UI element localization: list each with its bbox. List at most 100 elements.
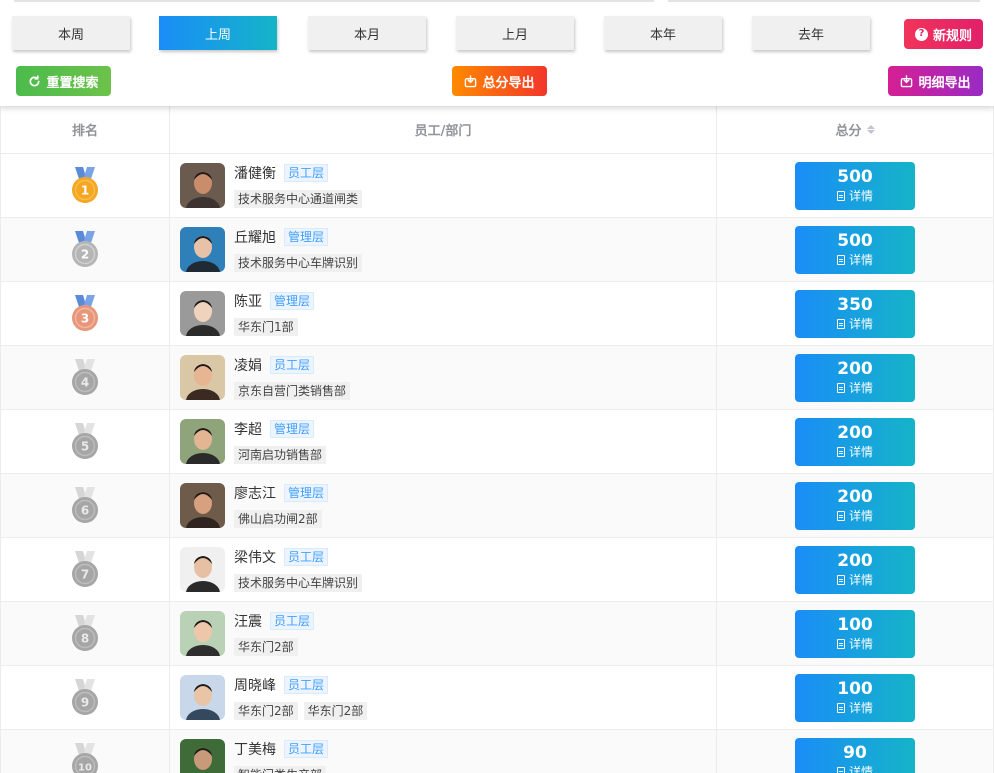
score-cell: 200 详情 <box>717 474 994 537</box>
rank-cell: 9 <box>1 666 170 729</box>
medal-icon: 3 <box>70 294 100 334</box>
reset-search-button[interactable]: 重置搜索 <box>16 66 111 96</box>
employee-name: 周晓峰 <box>234 678 276 694</box>
name-line: 凌娟 员工层 <box>234 355 350 375</box>
department-list: 华东门2部 华东门2部 <box>234 702 368 720</box>
department-list: 技术服务中心车牌识别 <box>234 574 363 592</box>
score-detail-button[interactable]: 100 详情 <box>795 609 915 658</box>
detail-link: 详情 <box>836 701 873 715</box>
question-icon: ? <box>914 27 928 41</box>
filter-header: 本周 上周 本月 上月 本年 去年 ? 新规则 重置搜索 总分导出 明细导出 <box>0 0 994 106</box>
department-list: 智能门类生产部 <box>234 766 328 773</box>
period-tab[interactable]: 上周 <box>159 16 277 50</box>
document-icon <box>836 511 845 521</box>
detail-link: 详情 <box>836 765 873 773</box>
leaderboard-page: 本周 上周 本月 上月 本年 去年 ? 新规则 重置搜索 总分导出 明细导出 排… <box>0 0 994 773</box>
avatar <box>180 611 225 656</box>
score-column-header[interactable]: 总分 <box>717 106 994 153</box>
department-tag: 京东自营门类销售部 <box>234 382 351 400</box>
department-tag: 技术服务中心通道闸类 <box>234 190 363 208</box>
name-line: 丘耀旭 管理层 <box>234 227 362 247</box>
detail-link: 详情 <box>836 253 873 267</box>
sort-icon[interactable] <box>866 125 875 134</box>
svg-text:3: 3 <box>81 311 89 325</box>
score-detail-button[interactable]: 200 详情 <box>795 417 915 466</box>
department-list: 技术服务中心车牌识别 <box>234 254 363 272</box>
detail-label: 详情 <box>848 509 873 523</box>
score-detail-button[interactable]: 100 详情 <box>795 673 915 722</box>
table-row: 7 梁伟文 员工层 技术服务中心车牌识别 200 详情 <box>1 538 994 602</box>
score-value: 200 <box>837 359 873 379</box>
svg-text:2: 2 <box>81 247 89 261</box>
rank-cell: 8 <box>1 602 170 665</box>
rank-column-header: 排名 <box>1 106 170 153</box>
score-cell: 500 详情 <box>717 154 994 217</box>
table-row: 4 凌娟 员工层京东自营门类销售部 200 详情 <box>1 346 994 410</box>
document-icon <box>836 191 845 201</box>
avatar <box>180 355 225 400</box>
export-total-button[interactable]: 总分导出 <box>452 66 547 96</box>
employee-info: 丁美梅员工层智能门类生产部 <box>234 739 329 773</box>
employee-name: 廖志江 <box>234 486 276 502</box>
period-tab[interactable]: 去年 <box>752 16 870 50</box>
period-tab[interactable]: 上月 <box>456 16 574 50</box>
score-detail-button[interactable]: 200 详情 <box>795 353 915 402</box>
avatar <box>180 675 225 720</box>
score-detail-button[interactable]: 200 详情 <box>795 545 915 594</box>
employee-cell: 梁伟文 员工层 技术服务中心车牌识别 <box>170 538 717 601</box>
export-detail-button[interactable]: 明细导出 <box>888 66 983 96</box>
role-tag: 员工层 <box>284 676 329 694</box>
table-row: 1 潘健衡 员工层 技术服务中心通道闸类 500 详情 <box>1 154 994 218</box>
rank-cell: 6 <box>1 474 170 537</box>
role-tag: 员工层 <box>270 612 315 630</box>
score-value: 500 <box>837 231 873 251</box>
top-strip-left <box>14 0 654 2</box>
score-detail-button[interactable]: 350 详情 <box>795 289 915 338</box>
role-tag: 管理层 <box>270 292 315 310</box>
score-detail-button[interactable]: 500 详情 <box>795 161 915 210</box>
role-tag: 管理层 <box>284 228 329 246</box>
department-tag: 河南启功销售部 <box>234 446 327 464</box>
new-rule-button[interactable]: ? 新规则 <box>904 19 983 49</box>
employee-name: 李超 <box>234 422 262 438</box>
employee-name: 丘耀旭 <box>234 230 276 246</box>
department-list: 技术服务中心通道闸类 <box>234 190 363 208</box>
name-line: 周晓峰 员工层 <box>234 675 367 695</box>
period-tab[interactable]: 本月 <box>308 16 426 50</box>
medal-icon: 8 <box>70 614 100 654</box>
employee-name: 凌娟 <box>234 358 262 374</box>
name-line: 潘健衡 员工层 <box>234 163 362 183</box>
table-header: 排名 员工/部门 总分 <box>1 106 994 154</box>
employee-info: 潘健衡 员工层 技术服务中心通道闸类 <box>234 163 363 208</box>
employee-cell: 廖志江 管理层 佛山启功闸2部 <box>170 474 717 537</box>
name-line: 廖志江 管理层 <box>234 483 329 503</box>
department-tag: 华东门1部 <box>234 318 298 336</box>
medal-icon: 4 <box>70 358 100 398</box>
table-row: 6 廖志江 管理层 佛山启功闸2部 200 详情 <box>1 474 994 538</box>
name-line: 梁伟文 员工层 <box>234 547 362 567</box>
period-tab[interactable]: 本周 <box>12 16 130 50</box>
document-icon <box>836 767 845 773</box>
period-tab[interactable]: 本年 <box>604 16 722 50</box>
employee-cell: 汪震 员工层华东门2部 <box>170 602 717 665</box>
ranking-table: 排名 员工/部门 总分 1 潘健衡 员工层 技术服务中心通道闸类 500 详情 2 丘耀旭 管理… <box>0 106 994 773</box>
score-detail-button[interactable]: 200 详情 <box>795 481 915 530</box>
export-icon <box>901 74 913 87</box>
svg-text:10: 10 <box>78 762 92 773</box>
employee-column-header: 员工/部门 <box>170 106 717 153</box>
score-detail-button[interactable]: 500 详情 <box>795 225 915 274</box>
department-tag: 技术服务中心车牌识别 <box>234 254 363 272</box>
table-row: 2 丘耀旭 管理层 技术服务中心车牌识别 500 详情 <box>1 218 994 282</box>
detail-link: 详情 <box>836 381 873 395</box>
table-row: 8 汪震 员工层华东门2部 100 详情 <box>1 602 994 666</box>
employee-cell: 丘耀旭 管理层 技术服务中心车牌识别 <box>170 218 717 281</box>
score-value: 100 <box>837 615 873 635</box>
export-detail-label: 明细导出 <box>918 75 971 91</box>
department-tag: 华东门2部 <box>234 638 298 656</box>
employee-info: 周晓峰 员工层 华东门2部 华东门2部 <box>234 675 368 720</box>
detail-label: 详情 <box>848 317 873 331</box>
employee-name: 梁伟文 <box>234 550 276 566</box>
score-detail-button[interactable]: 90 详情 <box>795 737 915 773</box>
employee-name: 丁美梅 <box>234 742 276 758</box>
employee-name: 汪震 <box>234 614 262 630</box>
